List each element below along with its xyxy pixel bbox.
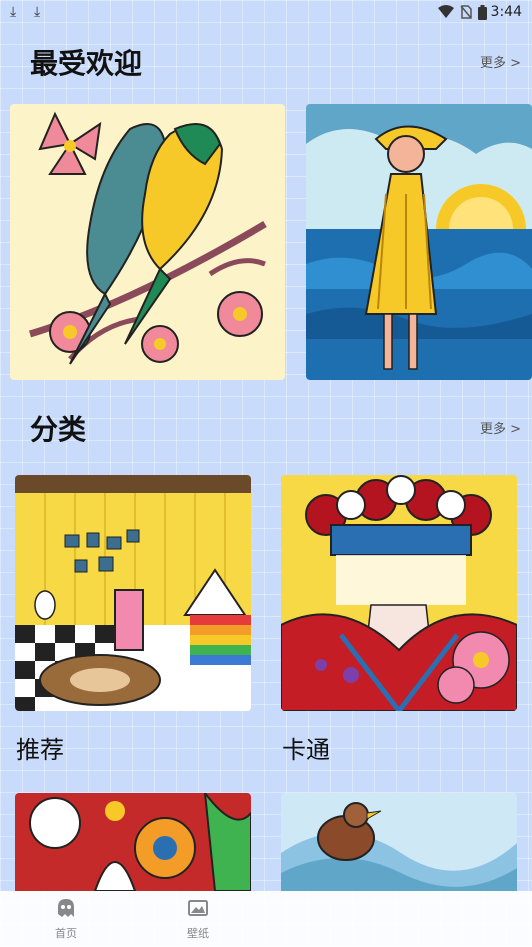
- popular-artwork-seaside[interactable]: [306, 104, 532, 380]
- tab-wallpaper-label: 壁纸: [187, 927, 209, 940]
- image-icon: [188, 900, 208, 916]
- ghost-icon: [58, 899, 74, 917]
- tab-wallpaper[interactable]: 壁纸: [168, 897, 228, 941]
- no-sim-icon: [460, 5, 472, 19]
- bottom-tab-bar: 首页 壁纸: [0, 891, 532, 947]
- popular-section-title: 最受欢迎: [30, 47, 143, 80]
- popular-more-link[interactable]: 更多 >: [480, 52, 521, 71]
- download-icon: ⤓: [10, 4, 17, 20]
- clock: 3:44: [490, 4, 522, 20]
- category-cartoon-artwork[interactable]: [281, 475, 517, 711]
- tab-home[interactable]: 首页: [36, 897, 96, 941]
- category-label-cartoon: 卡通: [282, 736, 330, 764]
- tab-home-label: 首页: [55, 927, 77, 940]
- category-section-title: 分类: [30, 413, 87, 446]
- category-recommended-artwork[interactable]: [15, 475, 251, 711]
- wifi-icon: [438, 5, 454, 18]
- battery-icon: [478, 5, 487, 20]
- category-artwork-3[interactable]: [15, 793, 251, 891]
- category-more-link[interactable]: 更多 >: [480, 418, 521, 437]
- status-bar: ⤓ ⤓ 3:44: [0, 0, 532, 26]
- popular-artwork-parrots[interactable]: [10, 104, 285, 380]
- download-icon: ⤓: [34, 4, 41, 20]
- category-artwork-4[interactable]: [281, 793, 517, 891]
- category-label-recommended: 推荐: [16, 736, 64, 764]
